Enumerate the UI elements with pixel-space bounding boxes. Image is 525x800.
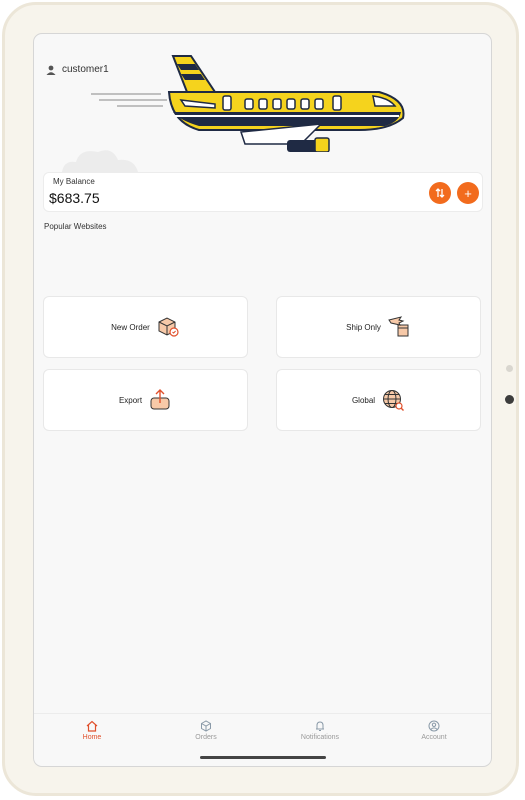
- home-icon: [86, 720, 98, 732]
- tab-account[interactable]: Account: [394, 720, 474, 741]
- cube-icon: [201, 720, 211, 732]
- camera-lens: [505, 395, 514, 404]
- tab-label: Orders: [195, 734, 217, 741]
- sensor-dot: [506, 365, 513, 372]
- tab-orders[interactable]: Orders: [166, 720, 246, 741]
- balance-label: My Balance: [53, 177, 95, 186]
- tile-label: Export: [118, 395, 143, 405]
- balance-card: My Balance $683.75 +: [43, 172, 483, 212]
- swap-vertical-icon: [435, 188, 445, 198]
- global-tile[interactable]: Global: [276, 369, 481, 431]
- app-screen: customer1 My Balance $683.75 + Popular W…: [33, 33, 492, 767]
- home-indicator[interactable]: [200, 756, 326, 759]
- package-icon: [158, 317, 179, 337]
- user-icon: [46, 65, 56, 75]
- airplane-illustration: [91, 55, 405, 152]
- bell-icon: [316, 721, 324, 731]
- tile-label: Global: [351, 395, 376, 405]
- balance-amount: $683.75: [49, 190, 100, 206]
- tile-label: Ship Only: [346, 322, 381, 332]
- export-icon: [150, 389, 170, 410]
- tab-label: Home: [82, 734, 102, 741]
- section-title: Popular Websites: [44, 222, 107, 231]
- tab-home[interactable]: Home: [52, 720, 132, 741]
- plus-icon: +: [464, 185, 472, 201]
- export-tile[interactable]: Export: [43, 369, 248, 431]
- new-order-tile[interactable]: New Order: [43, 296, 248, 358]
- user-circle-icon: [428, 720, 440, 732]
- tab-label: Account: [421, 734, 447, 741]
- tab-notifications[interactable]: Notifications: [280, 720, 360, 741]
- tile-label: New Order: [111, 322, 150, 332]
- transfer-button[interactable]: [429, 182, 451, 204]
- tab-label: Notifications: [300, 734, 340, 741]
- globe-search-icon: [383, 390, 405, 411]
- plane-box-icon: [388, 316, 409, 337]
- bottom-tab-bar: Home Orders Notifications Account: [34, 713, 491, 756]
- ship-only-tile[interactable]: Ship Only: [276, 296, 481, 358]
- add-funds-button[interactable]: +: [457, 182, 479, 204]
